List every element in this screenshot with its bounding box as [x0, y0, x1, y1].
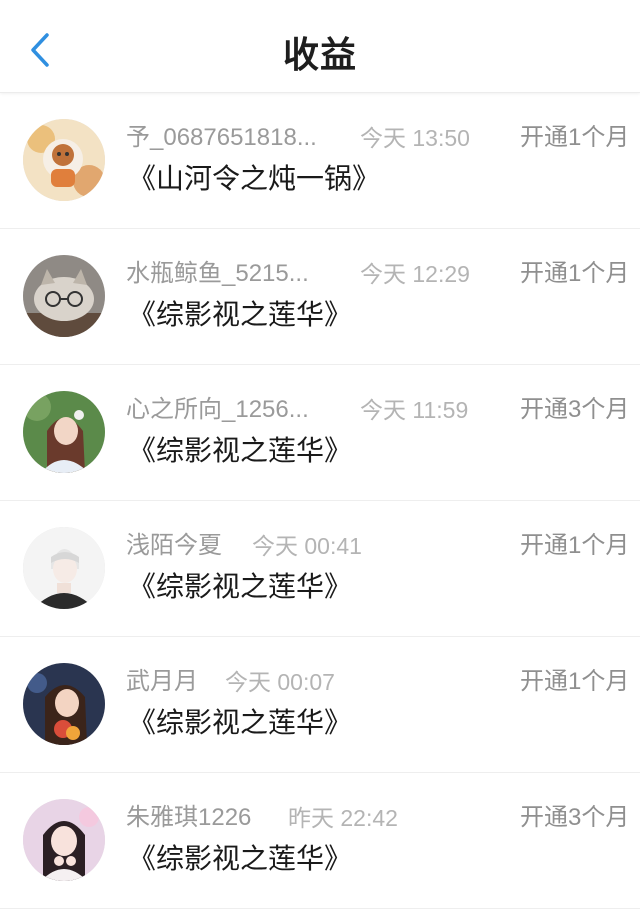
avatar[interactable]: [23, 663, 105, 745]
plan-label: 开通1个月: [520, 532, 630, 559]
list-item[interactable]: 朱雅琪1226 昨天 22:42 开通3个月 《综影视之莲华》: [0, 773, 640, 909]
avatar[interactable]: [23, 119, 105, 201]
timestamp: 昨天 22:42: [288, 805, 398, 831]
book-title: 《综影视之莲华》: [128, 843, 353, 874]
book-title: 《综影视之莲华》: [128, 299, 353, 330]
user-name: 心之所向_1256...: [126, 396, 309, 423]
page-title: 收益: [282, 35, 357, 76]
book-title: 《综影视之莲华》: [128, 435, 353, 466]
user-name: 武月月: [126, 668, 198, 695]
list-item[interactable]: 予_0687651818... 今天 13:50 开通1个月 《山河令之炖一锅》: [0, 93, 640, 229]
timestamp: 今天 13:50: [360, 125, 470, 151]
plan-label: 开通3个月: [520, 804, 630, 831]
avatar[interactable]: [23, 391, 105, 473]
earnings-list: 予_0687651818... 今天 13:50 开通1个月 《山河令之炖一锅》…: [0, 93, 640, 909]
timestamp: 今天 11:59: [360, 397, 469, 423]
book-title: 《综影视之莲华》: [128, 707, 353, 738]
avatar[interactable]: [23, 527, 105, 609]
avatar[interactable]: [23, 255, 105, 337]
list-item[interactable]: 浅陌今夏 今天 00:41 开通1个月 《综影视之莲华》: [0, 501, 640, 637]
timestamp: 今天 00:41: [252, 533, 362, 559]
user-name: 朱雅琪1226: [126, 804, 252, 831]
book-title: 《山河令之炖一锅》: [128, 163, 381, 194]
list-item[interactable]: 水瓶鲸鱼_5215... 今天 12:29 开通1个月 《综影视之莲华》: [0, 229, 640, 365]
plan-label: 开通1个月: [520, 668, 630, 695]
list-item[interactable]: 心之所向_1256... 今天 11:59 开通3个月 《综影视之莲华》: [0, 365, 640, 501]
plan-label: 开通1个月: [520, 260, 630, 287]
user-name: 予_0687651818...: [126, 124, 317, 151]
timestamp: 今天 00:07: [225, 669, 335, 695]
list-item[interactable]: 武月月 今天 00:07 开通1个月 《综影视之莲华》: [0, 637, 640, 773]
book-title: 《综影视之莲华》: [128, 571, 353, 602]
plan-label: 开通1个月: [520, 124, 630, 151]
user-name: 水瓶鲸鱼_5215...: [126, 260, 309, 287]
avatar[interactable]: [23, 799, 105, 881]
user-name: 浅陌今夏: [126, 532, 222, 559]
timestamp: 今天 12:29: [360, 261, 470, 287]
top-bar: 收益: [0, 0, 640, 93]
plan-label: 开通3个月: [520, 396, 630, 423]
